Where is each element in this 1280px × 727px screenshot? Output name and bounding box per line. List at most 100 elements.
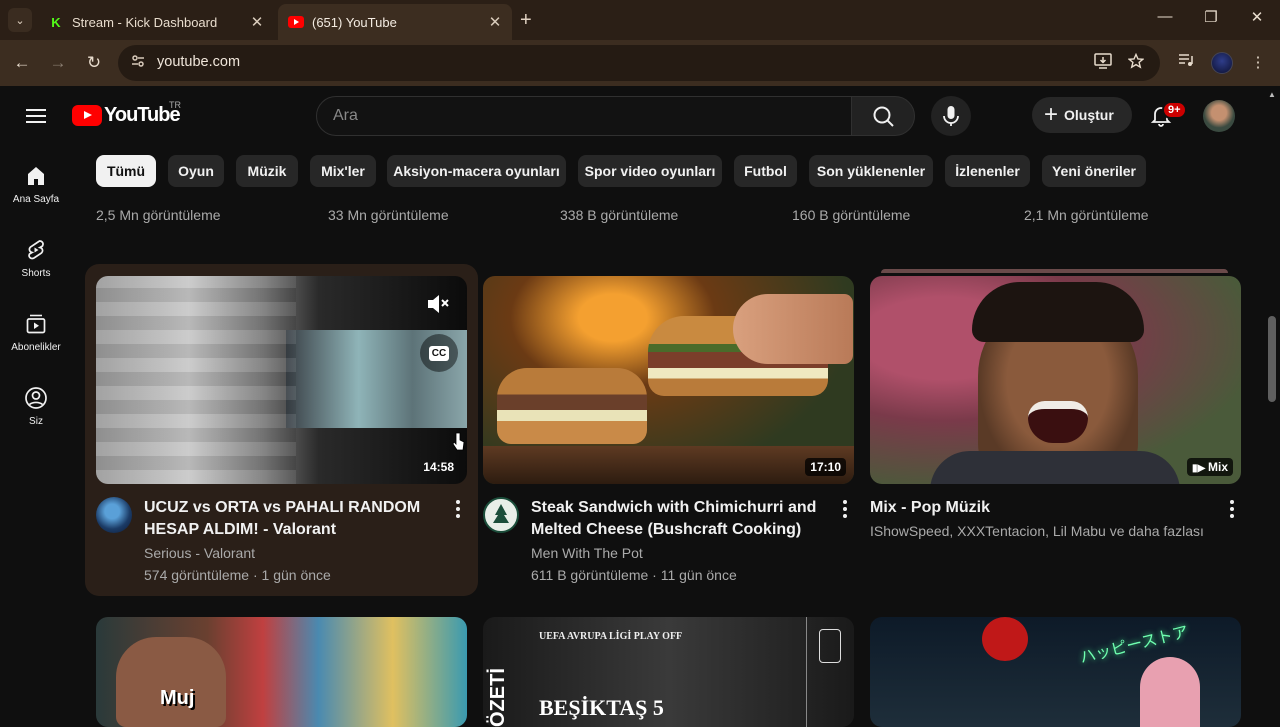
video-title-line[interactable]: UCUZ vs ORTA vs PAHALI RANDOM	[144, 497, 420, 519]
sidebar-item-subscriptions[interactable]: Abonelikler	[0, 312, 72, 353]
more-actions-icon[interactable]	[450, 499, 466, 519]
create-label: Oluştur	[1064, 107, 1114, 123]
browser-toolbar: ← → ↻ youtube.com ⋮	[0, 40, 1280, 86]
tab-title: Stream - Kick Dashboard	[72, 14, 218, 30]
chip-watched[interactable]: İzlenenler	[945, 155, 1030, 187]
previous-video-views: 2,5 Mn görüntüleme	[96, 207, 221, 223]
mute-icon[interactable]	[426, 292, 452, 316]
mix-icon: ▮▶	[1192, 463, 1208, 474]
browser-profile-avatar[interactable]	[1211, 52, 1233, 74]
sidebar-item-shorts[interactable]: Shorts	[0, 238, 72, 279]
chip-all[interactable]: Tümü	[96, 155, 156, 187]
mix-badge-text: Mix	[1207, 460, 1228, 474]
video-thumbnail[interactable]: Muj	[96, 617, 467, 727]
page-scrollbar[interactable]	[1266, 86, 1280, 720]
search-icon	[873, 106, 894, 127]
account-avatar[interactable]	[1203, 100, 1235, 132]
you-icon	[24, 386, 48, 410]
sidebar-label: Siz	[29, 416, 43, 427]
chip-music[interactable]: Müzik	[236, 155, 298, 187]
thumbnail-blur-overlay	[96, 276, 296, 484]
chip-football[interactable]: Futbol	[734, 155, 797, 187]
mix-thumbnail[interactable]: ▮▶ Mix	[870, 276, 1241, 484]
menu-hamburger-icon[interactable]	[24, 105, 48, 125]
tab-close-icon[interactable]: ✕	[486, 13, 504, 31]
browser-menu-icon[interactable]: ⋮	[1246, 51, 1270, 75]
video-thumbnail[interactable]: CC 14:58	[96, 276, 467, 484]
video-title-line[interactable]: Mix - Pop Müzik	[870, 497, 990, 519]
country-code: TR	[169, 100, 181, 110]
scroll-up-arrow-icon[interactable]: ▲	[1268, 90, 1276, 99]
search-input[interactable]	[317, 97, 851, 135]
back-button[interactable]: ←	[10, 51, 34, 75]
search-box	[316, 96, 852, 136]
sidebar-label: Shorts	[21, 268, 51, 279]
captions-button[interactable]: CC	[420, 334, 458, 372]
video-title-line[interactable]: Steak Sandwich with Chimichurri and	[531, 497, 816, 519]
video-title-line[interactable]: Melted Cheese (Bushcraft Cooking)	[531, 519, 801, 541]
tab-kick-dashboard[interactable]: K Stream - Kick Dashboard ✕	[38, 4, 274, 40]
streamer-face	[116, 637, 226, 727]
forward-button[interactable]: →	[46, 51, 70, 75]
video-title-line[interactable]: HESAP ALDIM! - Valorant	[144, 519, 336, 541]
media-controls-icon[interactable]	[1174, 51, 1198, 75]
channel-name[interactable]: Men With The Pot	[531, 542, 643, 564]
home-icon	[24, 164, 48, 188]
sidebar-item-you[interactable]: Siz	[0, 386, 72, 427]
video-meta: 611 B görüntüleme · 11 gün önce	[531, 567, 737, 583]
bookmark-star-icon[interactable]	[1126, 52, 1146, 73]
wooden-board	[483, 446, 854, 484]
duration-badge: 17:10	[805, 458, 846, 476]
browser-tabstrip: ⌄ K Stream - Kick Dashboard ✕ (651) YouT…	[0, 0, 1280, 40]
notification-count-badge: 9+	[1162, 101, 1187, 119]
red-moon	[982, 617, 1028, 661]
thumbnail-text-main: BEŞİKTAŞ 5	[539, 695, 664, 720]
shorts-icon	[24, 238, 48, 262]
more-actions-icon[interactable]	[1224, 499, 1240, 519]
youtube-logo[interactable]: YouTube TR	[72, 100, 181, 127]
divider-line	[806, 617, 807, 727]
site-settings-icon[interactable]	[128, 53, 148, 73]
thumbnail-text-top: UEFA AVRUPA LİGİ PLAY OFF	[539, 631, 683, 642]
captions-icon: CC	[428, 345, 450, 361]
youtube-favicon-icon	[288, 14, 304, 30]
previous-video-views: 2,1 Mn görüntüleme	[1024, 207, 1149, 223]
channel-avatar[interactable]	[483, 497, 519, 533]
reload-button[interactable]: ↻	[82, 51, 106, 75]
scrollbar-thumb[interactable]	[1268, 316, 1276, 402]
mix-stack-edge	[881, 269, 1228, 273]
search-button[interactable]	[851, 96, 915, 136]
voice-search-button[interactable]	[931, 96, 971, 136]
channel-name[interactable]: Serious - Valorant	[144, 542, 255, 564]
window-close-button[interactable]: ✕	[1245, 8, 1269, 26]
tab-close-icon[interactable]: ✕	[248, 13, 266, 31]
duration-badge: 14:58	[423, 460, 454, 474]
new-tab-button[interactable]: +	[520, 8, 532, 32]
tab-youtube[interactable]: (651) YouTube ✕	[278, 4, 512, 40]
restore-button[interactable]: ❐	[1199, 8, 1223, 26]
more-actions-icon[interactable]	[837, 499, 853, 519]
video-thumbnail[interactable]: ハッピーストア	[870, 617, 1241, 727]
video-thumbnail[interactable]: UEFA AVRUPA LİGİ PLAY OFF ÖZETİ BEŞİKTAŞ…	[483, 617, 854, 727]
channel-avatar[interactable]	[96, 497, 132, 533]
tab-list-button[interactable]: ⌄	[8, 8, 32, 32]
mix-badge: ▮▶ Mix	[1187, 458, 1233, 476]
chip-gaming[interactable]: Oyun	[168, 155, 224, 187]
kick-favicon-icon: K	[51, 14, 61, 30]
sidebar-item-home[interactable]: Ana Sayfa	[0, 164, 72, 205]
chip-recently-uploaded[interactable]: Son yüklenenler	[809, 155, 933, 187]
video-thumbnail[interactable]: 17:10	[483, 276, 854, 484]
chip-sports-games[interactable]: Spor video oyunları	[578, 155, 722, 187]
minimize-button[interactable]: —	[1153, 8, 1177, 25]
install-app-icon[interactable]	[1093, 53, 1113, 73]
chip-action-adventure[interactable]: Aksiyon-macera oyunları	[387, 155, 566, 187]
chip-new-to-you[interactable]: Yeni öneriler	[1042, 155, 1146, 187]
url-text: youtube.com	[157, 54, 241, 70]
chip-mixes[interactable]: Mix'ler	[310, 155, 376, 187]
create-button[interactable]: + Oluştur	[1032, 97, 1132, 133]
sandwich-half-left	[497, 368, 647, 444]
address-bar[interactable]: youtube.com	[118, 45, 1160, 81]
shirt	[930, 451, 1180, 484]
thumbnail-text: Muj	[160, 687, 195, 709]
mix-artists: IShowSpeed, XXXTentacion, Lil Mabu ve da…	[870, 523, 1204, 539]
